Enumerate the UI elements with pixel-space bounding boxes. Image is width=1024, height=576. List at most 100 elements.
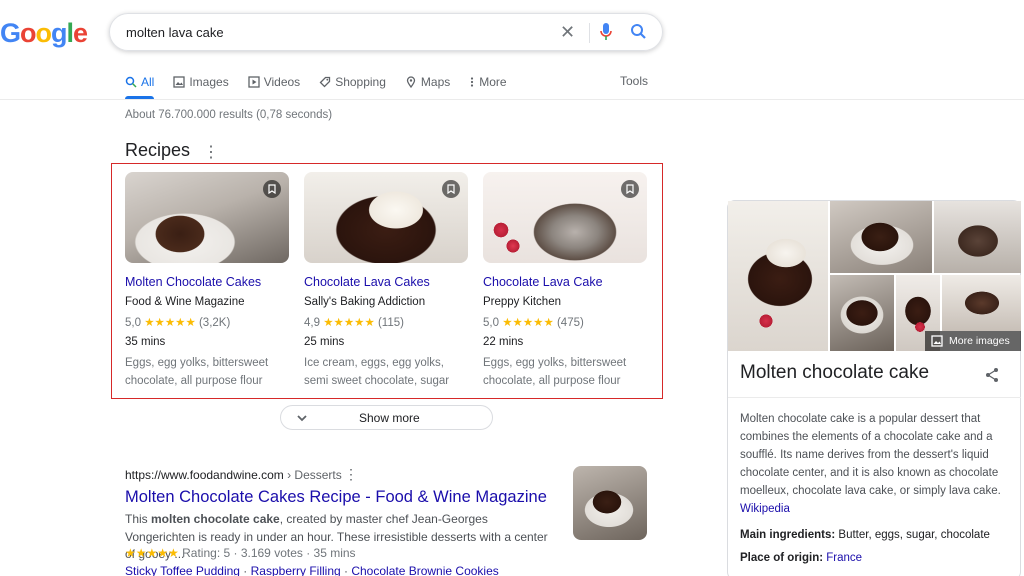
recipe-rating: 5,0 ★★★★★ (3,2K) bbox=[125, 315, 289, 329]
result-path: › Desserts bbox=[283, 468, 342, 482]
kp-source-link[interactable]: Wikipedia bbox=[740, 503, 790, 515]
recipe-image[interactable] bbox=[483, 172, 647, 263]
tag-icon bbox=[319, 76, 331, 88]
more-vert-icon[interactable]: ⋮ bbox=[203, 142, 219, 162]
search-bar: ✕ bbox=[109, 13, 663, 51]
recipe-image[interactable] bbox=[304, 172, 468, 263]
rating-count: (115) bbox=[377, 317, 404, 329]
rating-count: (475) bbox=[556, 317, 584, 329]
recipe-source: Food & Wine Magazine bbox=[125, 296, 245, 308]
rating-count: (3,2K) bbox=[198, 317, 231, 329]
tab-label: All bbox=[141, 75, 155, 89]
clear-icon[interactable]: ✕ bbox=[560, 22, 575, 43]
bookmark-icon[interactable] bbox=[621, 180, 639, 198]
kp-fact-ingredients: Main ingredients: Butter, eggs, sugar, c… bbox=[740, 529, 990, 541]
result-domain: https://www.foodandwine.com bbox=[125, 468, 284, 482]
recipe-source: Preppy Kitchen bbox=[483, 296, 561, 308]
tab-label: Images bbox=[189, 75, 229, 89]
bookmark-icon[interactable] bbox=[442, 180, 460, 198]
search-tabs: All Images Videos Shopping Maps More bbox=[125, 72, 526, 92]
show-more-button[interactable]: Show more bbox=[280, 405, 493, 430]
sitelink-separator: · bbox=[239, 564, 251, 576]
more-vert-icon bbox=[471, 77, 474, 87]
tab-shopping[interactable]: Shopping bbox=[319, 72, 386, 92]
kp-image-main[interactable] bbox=[728, 201, 828, 351]
star-rating-icon: ★★★★★ bbox=[125, 546, 179, 560]
result-url[interactable]: https://www.foodandwine.com › Desserts bbox=[125, 468, 342, 482]
tab-videos[interactable]: Videos bbox=[248, 72, 300, 92]
kp-fact-label: Main ingredients: bbox=[740, 529, 836, 541]
show-more-label: Show more bbox=[359, 411, 420, 425]
kp-image[interactable] bbox=[942, 275, 1021, 331]
tab-images[interactable]: Images bbox=[173, 72, 229, 92]
snippet-highlight: molten chocolate cake bbox=[151, 512, 280, 526]
chevron-down-icon bbox=[297, 415, 307, 422]
sitelink-separator: · bbox=[340, 564, 352, 576]
kp-image[interactable] bbox=[830, 201, 932, 273]
recipe-card[interactable]: Chocolate Lava Cakes Sally's Baking Addi… bbox=[304, 172, 468, 390]
sitelink[interactable]: Chocolate Brownie Cookies bbox=[351, 564, 498, 576]
rating-value: 5,0 bbox=[125, 317, 141, 329]
tab-label: Maps bbox=[420, 75, 451, 89]
tab-label: Shopping bbox=[335, 75, 386, 89]
result-stats: About 76.700.000 results (0,78 seconds) bbox=[125, 109, 333, 121]
kp-title: Molten chocolate cake bbox=[740, 362, 930, 383]
kp-description-text: Molten chocolate cake is a popular desse… bbox=[740, 413, 1001, 497]
more-images-label: More images bbox=[949, 335, 1010, 347]
share-icon[interactable] bbox=[984, 367, 1000, 388]
tools-button[interactable]: Tools bbox=[620, 74, 648, 88]
bookmark-icon[interactable] bbox=[263, 180, 281, 198]
result-thumbnail[interactable] bbox=[573, 466, 647, 540]
microphone-icon[interactable] bbox=[599, 22, 613, 47]
kp-image[interactable] bbox=[934, 201, 1021, 273]
recipe-title[interactable]: Chocolate Lava Cakes bbox=[304, 275, 468, 289]
tab-more[interactable]: More bbox=[469, 72, 507, 92]
kp-divider bbox=[728, 397, 1021, 398]
kp-image[interactable] bbox=[830, 275, 894, 351]
star-rating-icon: ★★★★★ bbox=[144, 317, 196, 329]
star-rating-icon: ★★★★★ bbox=[323, 317, 375, 329]
result-meta: ★★★★★ Rating: 5 · 3.169 votes · 35 mins bbox=[125, 546, 356, 560]
recipe-card[interactable]: Chocolate Lava Cake Preppy Kitchen 5,0 ★… bbox=[483, 172, 647, 390]
kp-description: Molten chocolate cake is a popular desse… bbox=[740, 410, 1002, 518]
tab-label: More bbox=[479, 75, 507, 89]
recipe-ingredients: Eggs, egg yolks, bittersweet chocolate, … bbox=[125, 357, 269, 387]
kp-fact-value: Butter, eggs, sugar, chocolate bbox=[838, 529, 990, 541]
recipe-rating: 5,0 ★★★★★ (475) bbox=[483, 315, 647, 329]
result-sitelinks: Sticky Toffee Pudding · Raspberry Fillin… bbox=[125, 564, 499, 576]
search-icon bbox=[125, 76, 137, 88]
more-images-button[interactable]: More images bbox=[925, 331, 1021, 351]
tab-label: Videos bbox=[263, 75, 301, 89]
result-title[interactable]: Molten Chocolate Cakes Recipe - Food & W… bbox=[125, 488, 547, 507]
recipe-title[interactable]: Chocolate Lava Cake bbox=[483, 275, 647, 289]
rating-value: 5,0 bbox=[483, 317, 499, 329]
sitelink[interactable]: Sticky Toffee Pudding bbox=[125, 564, 240, 576]
search-icon[interactable] bbox=[630, 22, 648, 47]
kp-fact-value[interactable]: France bbox=[826, 552, 862, 564]
map-pin-icon bbox=[406, 76, 416, 88]
google-logo[interactable]: Google bbox=[0, 18, 88, 49]
recipe-ingredients: Ice cream, eggs, egg yolks, semi sweet c… bbox=[304, 357, 450, 387]
recipes-heading: Recipes bbox=[125, 140, 191, 160]
image-icon bbox=[931, 335, 943, 347]
more-vert-icon[interactable]: ⋮ bbox=[344, 466, 358, 483]
tab-all[interactable]: All bbox=[125, 72, 154, 92]
sitelink[interactable]: Raspberry Filling bbox=[251, 564, 341, 576]
search-input[interactable] bbox=[126, 24, 546, 40]
recipe-time: 35 mins bbox=[125, 336, 166, 348]
recipe-image[interactable] bbox=[125, 172, 289, 263]
tab-maps[interactable]: Maps bbox=[405, 72, 450, 92]
kp-fact-origin: Place of origin: France bbox=[740, 552, 862, 564]
star-rating-icon: ★★★★★ bbox=[502, 317, 554, 329]
recipe-rating: 4,9 ★★★★★ (115) bbox=[304, 315, 468, 329]
search-divider bbox=[589, 23, 590, 43]
result-rating-text: Rating: 5 · 3.169 votes · 35 mins bbox=[178, 546, 356, 560]
recipe-card[interactable]: Molten Chocolate Cakes Food & Wine Magaz… bbox=[125, 172, 289, 390]
rating-value: 4,9 bbox=[304, 317, 320, 329]
recipe-time: 22 mins bbox=[483, 336, 524, 348]
recipe-title[interactable]: Molten Chocolate Cakes bbox=[125, 275, 289, 289]
snippet-text: This bbox=[125, 512, 152, 526]
image-icon bbox=[173, 76, 185, 88]
video-icon bbox=[248, 76, 260, 88]
recipe-source: Sally's Baking Addiction bbox=[304, 296, 426, 308]
